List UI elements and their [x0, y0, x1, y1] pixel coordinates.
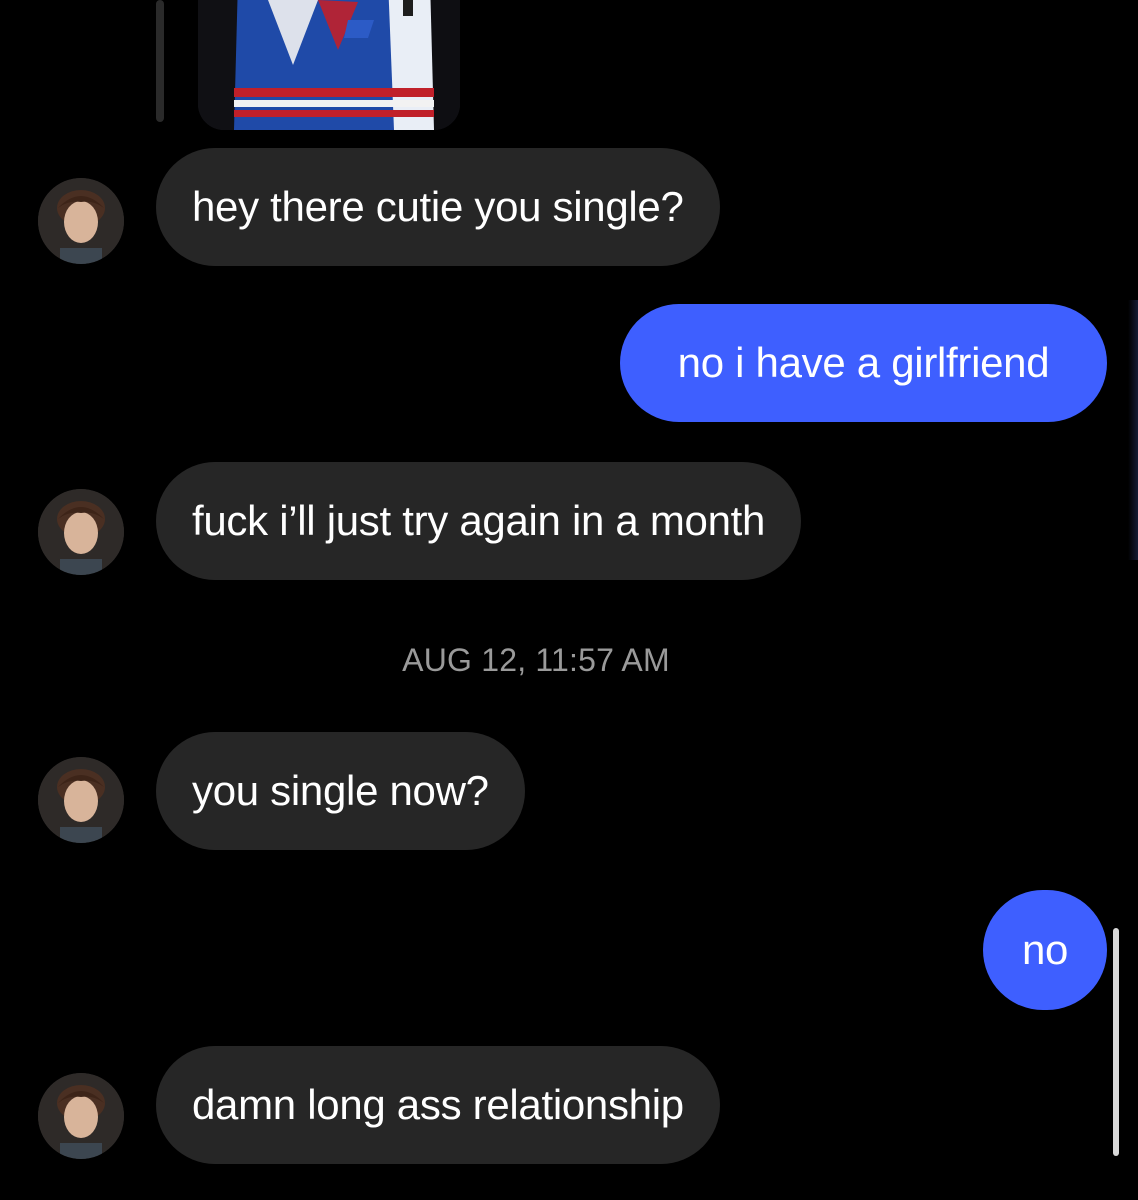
edge-glow: [1128, 300, 1138, 560]
reply-thread-line: [156, 0, 164, 122]
hockey-jersey-photo-icon: [198, 0, 460, 130]
sender-avatar[interactable]: [38, 757, 124, 843]
avatar-icon: [38, 489, 124, 575]
sender-avatar[interactable]: [38, 489, 124, 575]
message-text: damn long ass relationship: [192, 1081, 684, 1128]
incoming-message-bubble[interactable]: hey there cutie you single?: [156, 148, 720, 266]
incoming-message-bubble[interactable]: fuck i’ll just try again in a month: [156, 462, 802, 580]
message-text: hey there cutie you single?: [192, 183, 684, 230]
message-timestamp: AUG 12, 11:57 AM: [402, 642, 670, 678]
message-text: fuck i’ll just try again in a month: [192, 497, 766, 544]
incoming-message-bubble[interactable]: damn long ass relationship: [156, 1046, 720, 1164]
incoming-message-bubble[interactable]: you single now?: [156, 732, 525, 850]
message-text: no: [1021, 926, 1069, 973]
outgoing-message-bubble[interactable]: no i have a girlfriend: [620, 304, 1107, 422]
sender-avatar[interactable]: [38, 1073, 124, 1159]
message-text: no i have a girlfriend: [677, 339, 1050, 386]
scrollbar[interactable]: [1113, 928, 1119, 1156]
shared-photo-message[interactable]: [198, 0, 460, 130]
avatar-icon: [38, 178, 124, 264]
outgoing-message-bubble[interactable]: no: [983, 890, 1107, 1010]
sender-avatar[interactable]: [38, 178, 124, 264]
message-text: you single now?: [192, 767, 489, 814]
avatar-icon: [38, 757, 124, 843]
avatar-icon: [38, 1073, 124, 1159]
